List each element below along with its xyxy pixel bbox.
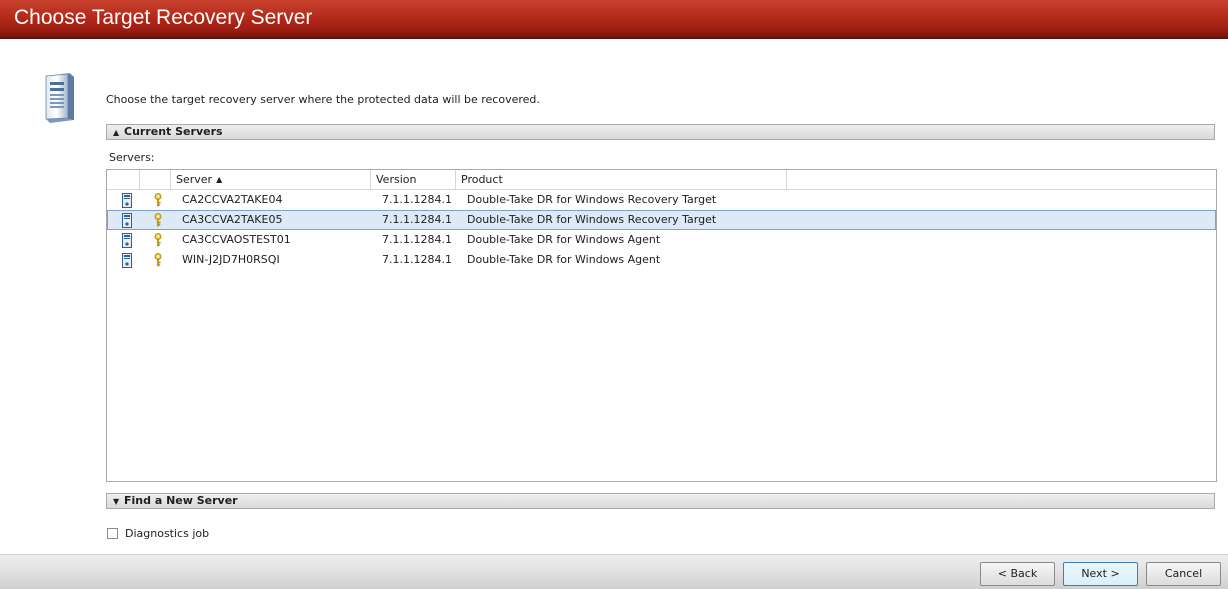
server-version: 7.1.1.1284.1	[382, 213, 452, 226]
find-new-server-header[interactable]: ▼ Find a New Server	[106, 493, 1215, 509]
column-header-status[interactable]	[140, 170, 171, 190]
column-product-label: Product	[461, 173, 503, 186]
table-row[interactable]: CA3CCVA2TAKE05 7.1.1.1284.1 Double-Take …	[107, 210, 1216, 230]
server-name: WIN-J2JD7H0RSQI	[182, 253, 280, 266]
server-version: 7.1.1.1284.1	[382, 193, 452, 206]
server-name: CA3CCVA2TAKE05	[182, 213, 283, 226]
server-product: Double-Take DR for Windows Agent	[467, 253, 661, 266]
key-icon	[154, 233, 162, 247]
intro-text: Choose the target recovery server where …	[106, 93, 540, 106]
title-bar: Choose Target Recovery Server	[0, 0, 1228, 39]
server-icon	[122, 213, 132, 228]
column-header-server[interactable]: Server ▲	[171, 170, 371, 190]
server-product: Double-Take DR for Windows Recovery Targ…	[467, 193, 717, 206]
list-header: Server ▲ Version Product	[107, 170, 1216, 190]
column-header-product[interactable]: Product	[456, 170, 787, 190]
column-header-version[interactable]: Version	[371, 170, 456, 190]
column-version-label: Version	[376, 173, 417, 186]
key-icon	[154, 253, 162, 267]
key-icon	[154, 213, 162, 227]
find-new-server-label: Find a New Server	[124, 494, 238, 507]
key-icon	[154, 193, 162, 207]
sort-ascending-icon: ▲	[216, 175, 223, 184]
column-header-icon[interactable]	[107, 170, 140, 190]
server-icon	[122, 193, 132, 208]
column-server-label: Server	[176, 173, 213, 186]
next-button[interactable]: Next >	[1063, 562, 1138, 586]
cancel-button[interactable]: Cancel	[1146, 562, 1221, 586]
current-servers-header[interactable]: ▲ Current Servers	[106, 124, 1215, 140]
servers-label: Servers:	[109, 151, 155, 164]
current-servers-label: Current Servers	[124, 125, 223, 138]
back-button[interactable]: < Back	[980, 562, 1055, 586]
expand-arrow-icon: ▼	[113, 497, 120, 506]
servers-list[interactable]: Server ▲ Version Product CA2CCVA2TAKE04 7…	[106, 169, 1217, 482]
page-title: Choose Target Recovery Server	[14, 6, 313, 29]
server-icon	[122, 233, 132, 248]
server-name: CA2CCVA2TAKE04	[182, 193, 283, 206]
server-version: 7.1.1.1284.1	[382, 253, 452, 266]
column-header-filler	[787, 170, 1216, 190]
table-row[interactable]: WIN-J2JD7H0RSQI 7.1.1.1284.1 Double-Take…	[107, 250, 1216, 270]
server-tower-icon	[45, 73, 74, 123]
diagnostics-label: Diagnostics job	[125, 527, 210, 540]
collapse-arrow-icon: ▲	[113, 128, 120, 137]
server-icon	[122, 253, 132, 268]
server-product: Double-Take DR for Windows Agent	[467, 233, 661, 246]
server-version: 7.1.1.1284.1	[382, 233, 452, 246]
table-row[interactable]: CA3CCVAOSTEST01 7.1.1.1284.1 Double-Take…	[107, 230, 1216, 250]
server-product: Double-Take DR for Windows Recovery Targ…	[467, 213, 717, 226]
server-name: CA3CCVAOSTEST01	[182, 233, 291, 246]
diagnostics-checkbox[interactable]	[107, 528, 118, 539]
table-row[interactable]: CA2CCVA2TAKE04 7.1.1.1284.1 Double-Take …	[107, 190, 1216, 210]
